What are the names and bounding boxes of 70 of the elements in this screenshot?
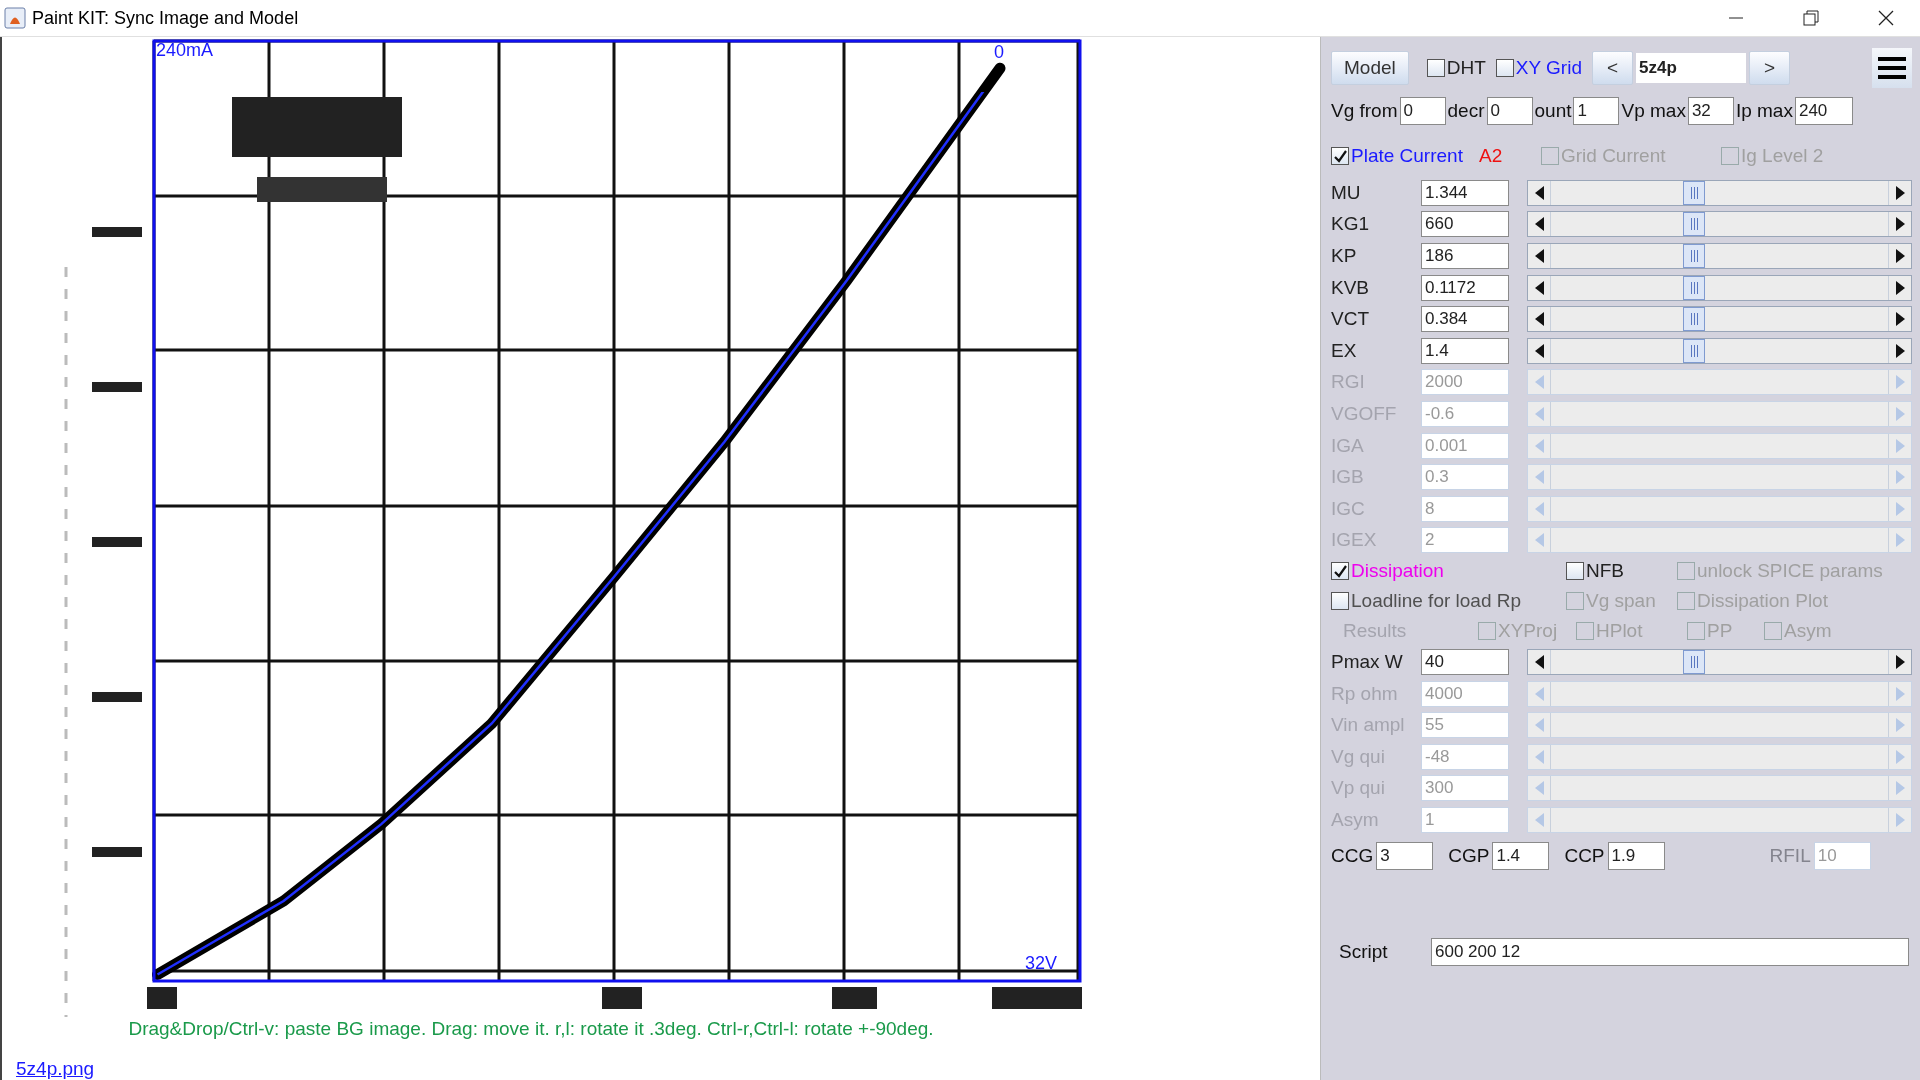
slider-thumb[interactable] bbox=[1683, 244, 1706, 268]
slider-thumb[interactable] bbox=[1683, 180, 1706, 205]
slider-thumb[interactable] bbox=[1683, 338, 1706, 363]
checkmark-icon bbox=[1333, 564, 1347, 578]
slider[interactable] bbox=[1527, 179, 1912, 206]
hint-text: Drag&Drop/Ctrl-v: paste BG image. Drag: move it. r,l: rotate it .3deg. Ctrl-r,Ctrl-l: rotate +-90deg. bbox=[127, 1018, 935, 1040]
range-field[interactable]: 1 bbox=[1573, 97, 1620, 125]
previous-button[interactable]: < bbox=[1592, 51, 1634, 85]
app-icon bbox=[4, 7, 26, 29]
axis-label: 240mA bbox=[156, 40, 214, 61]
file-name: 5z4p.png bbox=[15, 1058, 96, 1080]
checkbox[interactable]: XY Grid bbox=[1495, 57, 1582, 79]
range-field[interactable]: 32 bbox=[1687, 97, 1734, 125]
param-label: KVB bbox=[1331, 276, 1371, 299]
param-label: KP bbox=[1331, 245, 1358, 267]
range-field[interactable]: 0 bbox=[1399, 97, 1446, 125]
param-field[interactable]: 1.4 bbox=[1421, 337, 1509, 364]
param-label: Pmax W bbox=[1331, 650, 1404, 673]
field-label: RFIL bbox=[1769, 844, 1811, 867]
range-field[interactable]: 240 bbox=[1794, 97, 1853, 125]
menu-button[interactable] bbox=[1872, 48, 1912, 88]
field-label: Vp max bbox=[1621, 100, 1686, 122]
slider-thumb[interactable] bbox=[1683, 275, 1706, 300]
slider-thumb[interactable] bbox=[1683, 212, 1706, 237]
restore-icon[interactable] bbox=[1802, 10, 1819, 26]
param-field[interactable]: 1.344 bbox=[1421, 179, 1509, 206]
axis-label: 0 bbox=[994, 42, 1004, 63]
tag-label: A2 bbox=[1478, 145, 1504, 167]
slider[interactable] bbox=[1527, 337, 1912, 364]
param-field[interactable]: 0.384 bbox=[1421, 306, 1509, 333]
param-field[interactable]: 0.1172 bbox=[1421, 274, 1509, 301]
capacitance-field[interactable]: 1.4 bbox=[1492, 841, 1550, 870]
param-field[interactable]: 186 bbox=[1421, 243, 1509, 269]
field-label: ount bbox=[1534, 100, 1572, 122]
checkbox[interactable]: Plate Current bbox=[1331, 145, 1463, 167]
checkbox[interactable]: NFB bbox=[1566, 560, 1677, 583]
param-label: MU bbox=[1331, 181, 1362, 204]
slider[interactable] bbox=[1527, 306, 1912, 333]
checkbox[interactable]: Loadline for load Rp bbox=[1331, 590, 1566, 613]
checkbox[interactable]: DHT bbox=[1426, 57, 1486, 79]
field-label: Script bbox=[1338, 940, 1389, 963]
capacitance-field[interactable]: 3 bbox=[1376, 841, 1434, 870]
slider[interactable] bbox=[1527, 243, 1912, 269]
slider-thumb[interactable] bbox=[1683, 307, 1706, 332]
param-label: EX bbox=[1331, 339, 1358, 362]
slider[interactable] bbox=[1527, 648, 1912, 675]
slider[interactable] bbox=[1527, 274, 1912, 301]
field-label: CGP bbox=[1448, 844, 1490, 867]
field-label: CCP bbox=[1564, 844, 1605, 867]
slider-thumb[interactable] bbox=[1683, 649, 1706, 674]
window-title: Paint KIT: Sync Image and Model bbox=[32, 7, 299, 29]
field-label: decr bbox=[1447, 100, 1485, 122]
capacitance-field[interactable]: 1.9 bbox=[1607, 841, 1665, 870]
range-field[interactable]: 0 bbox=[1486, 97, 1533, 125]
next-button[interactable]: > bbox=[1749, 51, 1791, 85]
field-label: Vg from bbox=[1331, 100, 1398, 122]
checkmark-icon bbox=[1333, 149, 1347, 163]
close-icon[interactable] bbox=[1877, 10, 1894, 26]
model-button[interactable]: Model bbox=[1331, 51, 1409, 85]
tube-name-field[interactable]: 5z4p bbox=[1636, 53, 1747, 83]
axis-label: 32V bbox=[1025, 953, 1058, 974]
menu-icon bbox=[1878, 56, 1906, 80]
param-label: KG1 bbox=[1331, 213, 1371, 236]
field-label: Ip max bbox=[1735, 100, 1793, 122]
param-field[interactable]: 40 bbox=[1421, 648, 1509, 675]
slider[interactable] bbox=[1527, 211, 1912, 238]
param-field[interactable]: 660 bbox=[1421, 211, 1509, 238]
script-field[interactable]: 600 200 12 bbox=[1431, 937, 1909, 966]
field-label: CCG bbox=[1331, 844, 1374, 867]
param-label: VCT bbox=[1331, 308, 1370, 331]
